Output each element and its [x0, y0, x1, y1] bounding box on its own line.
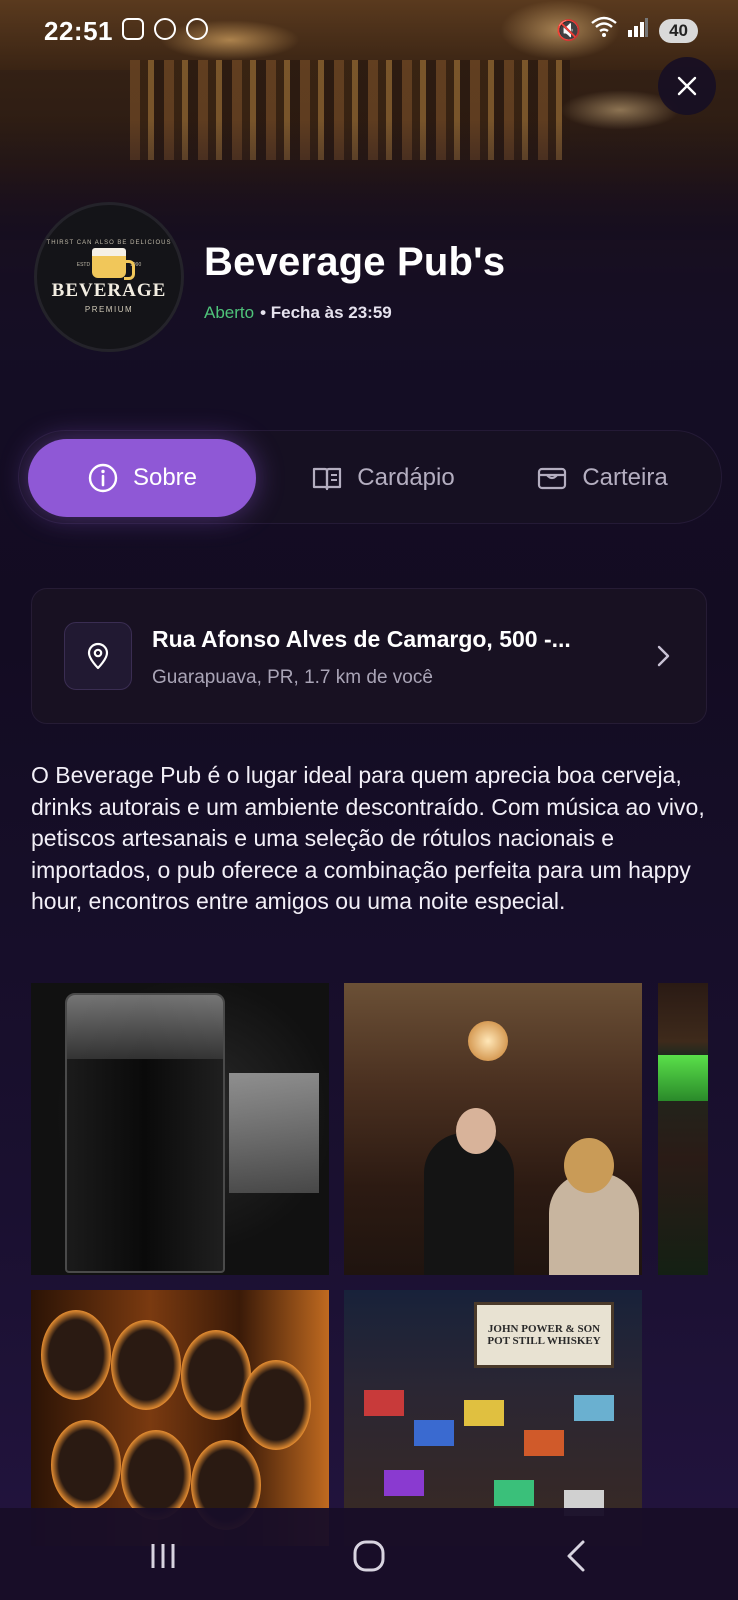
venue-status: Aberto • Fecha às 23:59: [204, 303, 392, 323]
open-status: Aberto: [204, 303, 255, 322]
status-time: 22:51: [44, 16, 113, 46]
tab-cardapio[interactable]: Cardápio: [283, 439, 483, 517]
back-icon: [567, 1540, 585, 1572]
logo-estd: ESTD: [76, 262, 91, 268]
wifi-icon: [591, 16, 617, 45]
logo-word: BEVERAGE: [51, 280, 167, 301]
home-icon: [353, 1540, 385, 1572]
tab-carteira-label: Carteira: [582, 464, 668, 491]
address-street: Rua Afonso Alves de Camargo, 500 -...: [152, 626, 571, 652]
closing-time: • Fecha às 23:59: [260, 303, 392, 322]
tab-bar: Sobre Cardápio Carteira: [18, 430, 722, 524]
wallet-icon: [538, 467, 567, 490]
close-icon: [677, 76, 697, 96]
battery-indicator: 40: [659, 18, 698, 43]
tab-cardapio-label: Cardápio: [357, 464, 455, 491]
close-button[interactable]: [658, 57, 716, 115]
status-bar: 22:51 🔇 40: [0, 0, 738, 62]
gallery-photo-bar-interior[interactable]: [344, 983, 642, 1275]
logo-arc-text: THIRST CAN ALSO BE DELICIOUS: [46, 240, 172, 246]
tab-carteira[interactable]: Carteira: [517, 439, 687, 517]
mute-icon: 🔇: [556, 19, 582, 42]
logo-sub: PREMIUM: [84, 305, 134, 314]
tab-sobre[interactable]: Sobre: [28, 439, 256, 517]
instagram-icon: [154, 18, 176, 40]
tab-sobre-label: Sobre: [132, 464, 198, 491]
home-button[interactable]: [344, 1534, 394, 1578]
gallery-photo-partial[interactable]: [658, 983, 708, 1275]
signal-icon: [627, 16, 649, 45]
back-button[interactable]: [552, 1534, 602, 1578]
info-icon: [88, 463, 118, 493]
screenshot-icon: [122, 18, 144, 40]
gallery-photo-beer-glass[interactable]: [31, 983, 329, 1275]
address-card[interactable]: Rua Afonso Alves de Camargo, 500 -... Gu…: [31, 588, 707, 724]
location-pin-icon: [87, 642, 109, 670]
system-navigation-bar: [0, 1508, 738, 1600]
recent-apps-icon: [151, 1544, 175, 1568]
cloud-game-icon: [186, 18, 208, 40]
menu-book-icon: [313, 467, 342, 491]
address-city-distance: Guarapuava, PR, 1.7 km de você: [152, 667, 433, 688]
whiskey-sign: JOHN POWER & SON POT STILL WHISKEY: [474, 1302, 614, 1368]
beer-mug-icon: [92, 248, 135, 280]
location-pin-box: [64, 622, 132, 690]
recent-apps-button[interactable]: [138, 1534, 188, 1578]
venue-name: Beverage Pub's: [204, 240, 506, 284]
venue-screen: 22:51 🔇 40 THIRST CAN ALSO BE DELICIOUS …: [0, 0, 738, 1600]
venue-logo: THIRST CAN ALSO BE DELICIOUS ESTD 1990 B…: [34, 202, 184, 352]
chevron-right-icon: [657, 645, 670, 667]
venue-description: O Beverage Pub é o lugar ideal para quem…: [31, 762, 705, 914]
